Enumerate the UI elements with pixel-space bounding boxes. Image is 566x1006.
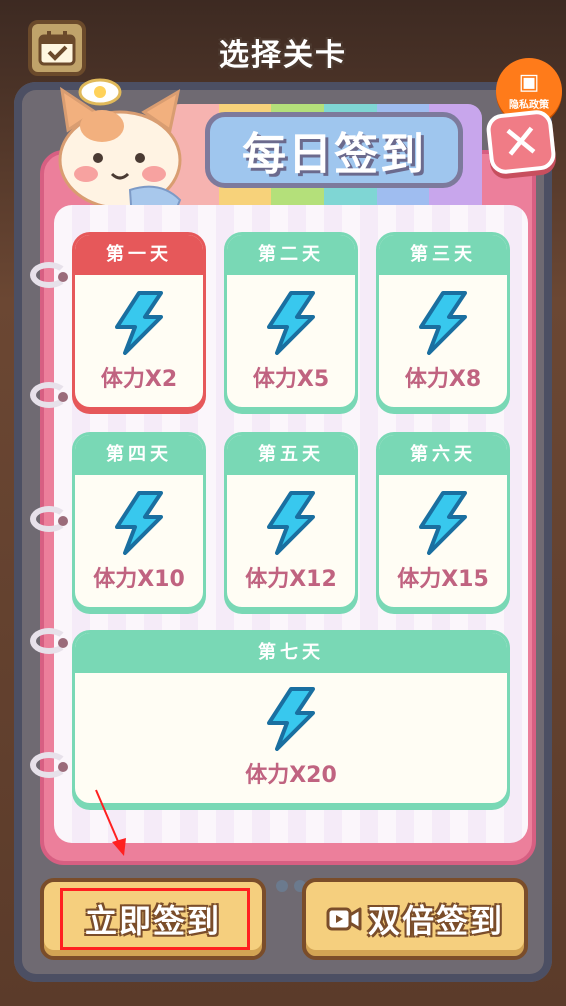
lightning-bolt-icon bbox=[267, 491, 315, 555]
lightning-bolt-icon bbox=[419, 491, 467, 555]
reward-label: 体力X10 bbox=[93, 567, 185, 592]
double-sign-label: 双倍签到 bbox=[367, 902, 504, 940]
lightning-bolt-icon bbox=[267, 291, 315, 355]
day-card-6[interactable]: 第六天 体力X15 bbox=[376, 432, 510, 610]
shield-doc-icon: ▣ bbox=[518, 69, 540, 95]
binder-ring bbox=[30, 262, 68, 288]
day-header: 第四天 bbox=[75, 435, 203, 475]
double-sign-button[interactable]: 双倍签到 bbox=[302, 878, 528, 960]
day-card-1[interactable]: 第一天 体力X2 bbox=[72, 232, 206, 410]
binder-ring bbox=[30, 382, 68, 408]
day-header: 第五天 bbox=[227, 435, 355, 475]
reward-label: 体力X15 bbox=[397, 567, 489, 592]
close-button[interactable]: ✕ bbox=[485, 108, 557, 176]
day-header: 第三天 bbox=[379, 235, 507, 275]
reward-label: 体力X12 bbox=[245, 567, 337, 592]
close-icon: ✕ bbox=[499, 113, 543, 171]
page-dot bbox=[276, 880, 288, 892]
dialog-title: 每日签到 bbox=[205, 112, 463, 188]
lightning-bolt-icon bbox=[267, 687, 315, 751]
lightning-bolt-icon bbox=[115, 291, 163, 355]
binder-ring bbox=[30, 628, 68, 654]
day-card-5[interactable]: 第五天 体力X12 bbox=[224, 432, 358, 610]
day-header: 第六天 bbox=[379, 435, 507, 475]
day-header: 第一天 bbox=[75, 235, 203, 275]
day-card-7[interactable]: 第七天 体力X20 bbox=[72, 630, 510, 806]
arrow-indicator bbox=[95, 789, 126, 856]
screen-title: 选择关卡 bbox=[219, 38, 347, 73]
reward-label: 体力X20 bbox=[245, 763, 337, 788]
video-icon bbox=[326, 906, 362, 932]
day-card-3[interactable]: 第三天 体力X8 bbox=[376, 232, 510, 410]
lightning-bolt-icon bbox=[115, 491, 163, 555]
reward-label: 体力X2 bbox=[100, 367, 178, 392]
reward-label: 体力X5 bbox=[252, 367, 330, 392]
day-header: 第二天 bbox=[227, 235, 355, 275]
highlight-box bbox=[60, 888, 250, 950]
day-header: 第七天 bbox=[75, 633, 507, 673]
day-card-2[interactable]: 第二天 体力X5 bbox=[224, 232, 358, 410]
binder-ring bbox=[30, 506, 68, 532]
privacy-policy-label: 隐私政策 bbox=[509, 99, 549, 111]
binder-ring bbox=[30, 752, 68, 778]
reward-label: 体力X8 bbox=[404, 367, 482, 392]
cat-mascot bbox=[58, 78, 182, 210]
lightning-bolt-icon bbox=[419, 291, 467, 355]
day-card-4[interactable]: 第四天 体力X10 bbox=[72, 432, 206, 610]
